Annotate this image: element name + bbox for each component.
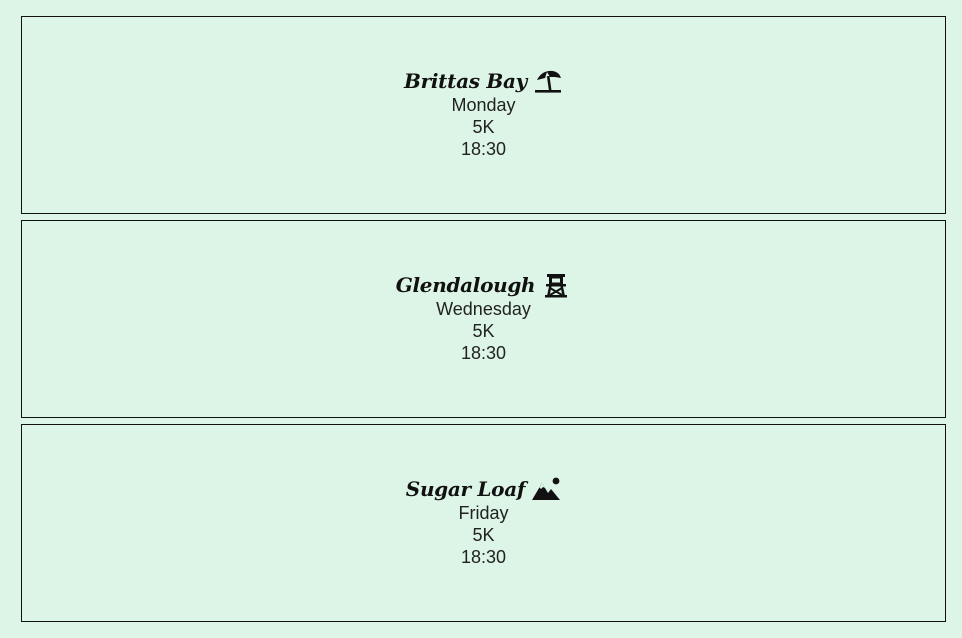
card-title: Glendalough bbox=[395, 273, 536, 297]
run-distance: 5K bbox=[472, 117, 495, 137]
run-day: Wednesday bbox=[436, 299, 531, 319]
tower-icon bbox=[541, 272, 571, 298]
run-day: Friday bbox=[458, 503, 509, 523]
run-time: 18:30 bbox=[460, 139, 507, 159]
run-card-glendalough[interactable]: Glendalough Wednesday 5K 18:30 bbox=[21, 220, 946, 418]
run-card-sugar-loaf[interactable]: Sugar Loaf Friday 5K 18:30 bbox=[21, 424, 946, 622]
run-time: 18:30 bbox=[460, 547, 507, 567]
run-card-brittas-bay[interactable]: Brittas Bay Monday 5K 18:30 bbox=[21, 16, 946, 214]
card-title: Sugar Loaf bbox=[405, 477, 526, 501]
run-day: Monday bbox=[451, 95, 516, 115]
card-header: Sugar Loaf bbox=[406, 476, 561, 502]
card-header: Brittas Bay bbox=[404, 68, 563, 94]
card-header: Glendalough bbox=[396, 272, 572, 298]
card-title: Brittas Bay bbox=[404, 69, 527, 93]
run-distance: 5K bbox=[472, 525, 495, 545]
run-distance: 5K bbox=[472, 321, 495, 341]
beach-umbrella-icon bbox=[533, 68, 563, 94]
run-time: 18:30 bbox=[460, 343, 507, 363]
mountain-sun-icon bbox=[531, 476, 561, 502]
